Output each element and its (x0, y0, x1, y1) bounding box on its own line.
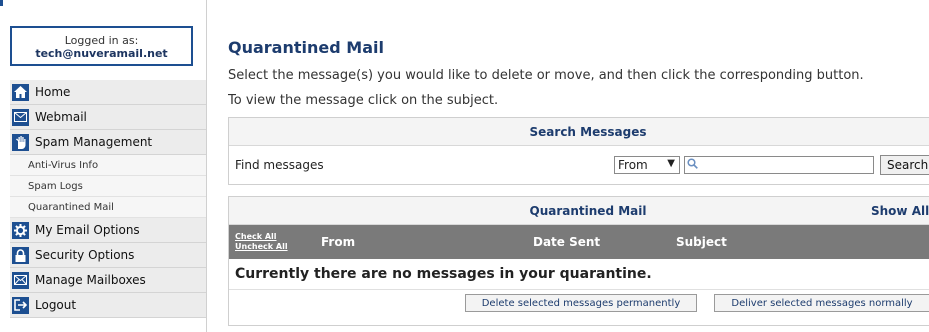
quarantine-panel-title: Quarantined Mail (529, 203, 647, 218)
instruction-text: To view the message click on the subject… (228, 93, 499, 108)
envelope-icon (12, 108, 29, 126)
home-icon (12, 83, 29, 101)
mailbox-envelope-icon (12, 271, 29, 289)
search-icon (687, 158, 698, 172)
check-controls: Check All Uncheck All (235, 232, 288, 252)
sidebar-item-logout[interactable]: Logout (10, 293, 206, 318)
sidebar-nav: Home Webmail Spam Management Anti-Virus … (10, 80, 206, 318)
gear-icon (12, 221, 29, 239)
sidebar-item-label: Logout (35, 298, 77, 312)
search-panel: Search Messages Find messages From ▼ Sea… (228, 117, 929, 185)
sidebar-item-my-email-options[interactable]: My Email Options (10, 218, 206, 243)
sidebar-item-webmail[interactable]: Webmail (10, 105, 206, 130)
sidebar-item-security-options[interactable]: Security Options (10, 243, 206, 268)
search-field-value: From (618, 158, 648, 172)
login-label: Logged in as: (64, 34, 139, 47)
search-panel-title: Search Messages (529, 124, 647, 139)
column-header-row: Check All Uncheck All From Date Sent Sub… (229, 225, 929, 259)
search-field-select[interactable]: From ▼ (614, 156, 680, 174)
sidebar-subitem-label: Spam Logs (28, 180, 83, 192)
corner-mark (0, 0, 3, 6)
search-row: Find messages From ▼ Search (229, 146, 929, 184)
sidebar-item-manage-mailboxes[interactable]: Manage Mailboxes (10, 268, 206, 293)
logout-icon (12, 296, 29, 314)
spam-hand-icon (12, 133, 29, 151)
page-title: Quarantined Mail (228, 38, 384, 57)
quarantine-panel-header: Quarantined Mail Show All (229, 197, 929, 225)
sidebar-item-label: Security Options (35, 248, 135, 262)
chevron-down-icon: ▼ (667, 158, 675, 169)
instruction-text: Select the message(s) you would like to … (228, 68, 864, 83)
show-all-link[interactable]: Show All (871, 204, 929, 218)
quarantine-panel: Quarantined Mail Show All Check All Unch… (228, 196, 929, 326)
login-info-box: Logged in as: tech@nuveramail.net (10, 26, 193, 66)
sidebar-subitem-label: Quarantined Mail (28, 201, 114, 213)
check-all-link[interactable]: Check All (235, 232, 288, 242)
sidebar-item-label: Manage Mailboxes (35, 273, 146, 287)
column-date-sent[interactable]: Date Sent (533, 235, 600, 249)
sidebar-item-spam-management[interactable]: Spam Management (10, 130, 206, 155)
deliver-normally-button[interactable]: Deliver selected messages normally (714, 294, 929, 312)
search-panel-header: Search Messages (229, 118, 929, 146)
sidebar-subitem-anti-virus-info[interactable]: Anti-Virus Info (10, 155, 206, 176)
search-input[interactable] (684, 156, 874, 174)
action-button-row: Delete selected messages permanently Del… (229, 290, 929, 316)
column-subject[interactable]: Subject (676, 235, 727, 249)
column-from[interactable]: From (321, 235, 355, 249)
sidebar-subitem-quarantined-mail[interactable]: Quarantined Mail (10, 197, 206, 218)
sidebar-item-label: Webmail (35, 110, 87, 124)
main-content: Quarantined Mail Select the message(s) y… (228, 0, 929, 332)
login-username: tech@nuveramail.net (35, 47, 168, 60)
sidebar-item-label: Spam Management (35, 135, 153, 149)
find-messages-label: Find messages (235, 158, 324, 172)
sidebar-subitem-label: Anti-Virus Info (28, 159, 99, 171)
sidebar-subitem-spam-logs[interactable]: Spam Logs (10, 176, 206, 197)
sidebar-item-label: My Email Options (35, 223, 140, 237)
empty-quarantine-message: Currently there are no messages in your … (229, 259, 929, 290)
lock-icon (12, 246, 29, 264)
search-button[interactable]: Search (880, 155, 929, 175)
uncheck-all-link[interactable]: Uncheck All (235, 242, 288, 252)
delete-permanently-button[interactable]: Delete selected messages permanently (465, 294, 697, 312)
sidebar-item-label: Home (35, 85, 71, 99)
sidebar: Logged in as: tech@nuveramail.net Home W… (0, 0, 207, 332)
sidebar-item-home[interactable]: Home (10, 80, 206, 105)
